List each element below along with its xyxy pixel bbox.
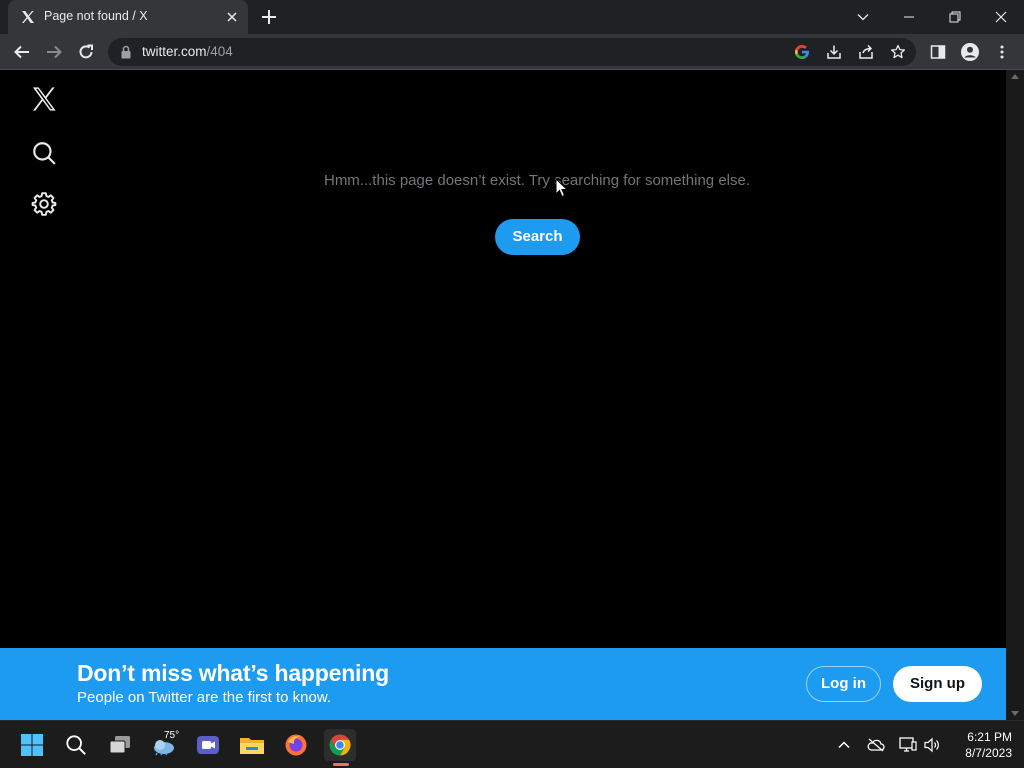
reload-icon [79,44,93,59]
back-icon [14,45,29,59]
restore-button[interactable] [932,0,978,34]
weather-temperature: 75° [164,730,180,741]
network-tray-button[interactable] [898,735,918,755]
task-view-button[interactable] [104,729,136,761]
settings-link[interactable] [28,188,60,220]
clock-date: 8/7/2023 [965,746,1012,760]
speaker-icon [924,737,939,753]
close-window-button[interactable] [978,0,1024,34]
page-content: Hmm...this page doesn’t exist. Try searc… [0,70,1006,720]
folder-icon [240,738,264,754]
explore-link[interactable] [28,137,60,169]
browser-tab[interactable]: Page not found / X [8,0,248,34]
file-explorer-button[interactable] [236,729,268,761]
install-app-button[interactable] [824,42,844,62]
back-button[interactable] [12,42,32,62]
search-button[interactable]: Search [495,219,580,255]
forward-icon [47,45,62,59]
scroll-up-arrow-icon[interactable] [1011,74,1019,79]
new-tab-icon[interactable] [260,8,278,26]
bookmark-button[interactable] [888,42,908,62]
clock-time: 6:21 PM [967,730,1012,744]
signup-button[interactable]: Sign up [893,666,982,702]
mouse-cursor-icon [555,178,569,198]
gear-icon [31,192,57,216]
profile-icon [961,43,979,61]
banner-title: Don’t miss what’s happening [77,660,389,686]
chrome-icon [329,734,351,756]
tab-title: Page not found / X [44,9,148,23]
tab-close-icon[interactable] [224,9,240,25]
restore-icon [949,11,961,23]
tab-search-button[interactable] [840,0,886,34]
start-button[interactable] [16,729,48,761]
show-hidden-icons-button[interactable] [834,735,854,755]
share-icon [859,44,873,59]
chrome-button[interactable] [324,729,356,761]
task-view-icon [109,736,130,754]
video-camera-icon [197,736,219,754]
meet-app-button[interactable] [192,729,224,761]
chevron-down-icon [857,14,869,21]
system-clock[interactable]: 6:21 PM 8/7/2023 [948,729,1012,761]
not-found-message: Hmm...this page doesn’t exist. Try searc… [323,172,751,189]
firefox-icon [285,734,307,756]
onedrive-tray-button[interactable] [866,735,886,755]
network-icon [899,737,917,752]
minimize-button[interactable] [886,0,932,34]
windows-taskbar: 75° 6:21 PM 8/7/2023 [0,720,1024,768]
search-icon [66,735,86,755]
menu-button[interactable] [992,42,1012,62]
side-panel-icon [930,45,946,59]
side-panel-button[interactable] [928,42,948,62]
browser-toolbar: twitter.com/404 [0,34,1024,70]
url-path: /404 [206,44,233,59]
x-logo-icon [32,87,56,111]
chevron-up-icon [838,741,850,749]
active-app-indicator [333,763,349,766]
search-icon [33,142,56,165]
forward-button[interactable] [44,42,64,62]
windows-start-icon [21,734,43,756]
minimize-icon [904,16,914,18]
firefox-button[interactable] [280,729,312,761]
scroll-down-arrow-icon[interactable] [1011,711,1019,716]
more-icon [1000,45,1004,59]
close-icon [995,11,1007,23]
profile-button[interactable] [960,42,980,62]
login-button[interactable]: Log in [806,666,881,702]
url-host: twitter.com [142,44,207,59]
page-scrollbar[interactable] [1006,70,1024,720]
reload-button[interactable] [76,42,96,62]
star-icon [890,44,906,59]
lock-icon[interactable] [120,45,132,59]
volume-tray-button[interactable] [922,735,942,755]
browser-tab-strip: Page not found / X [0,0,1024,34]
signup-banner: Don’t miss what’s happening People on Tw… [0,648,1006,720]
taskbar-search-button[interactable] [60,729,92,761]
share-button[interactable] [856,42,876,62]
google-lens-button[interactable] [792,42,812,62]
install-icon [827,45,841,59]
cloud-offline-icon [867,738,885,752]
url-text: twitter.com/404 [142,44,233,59]
x-home-link[interactable] [28,83,60,115]
google-icon [795,45,809,59]
x-favicon-icon [22,11,34,23]
banner-subtitle: People on Twitter are the first to know. [77,689,332,706]
